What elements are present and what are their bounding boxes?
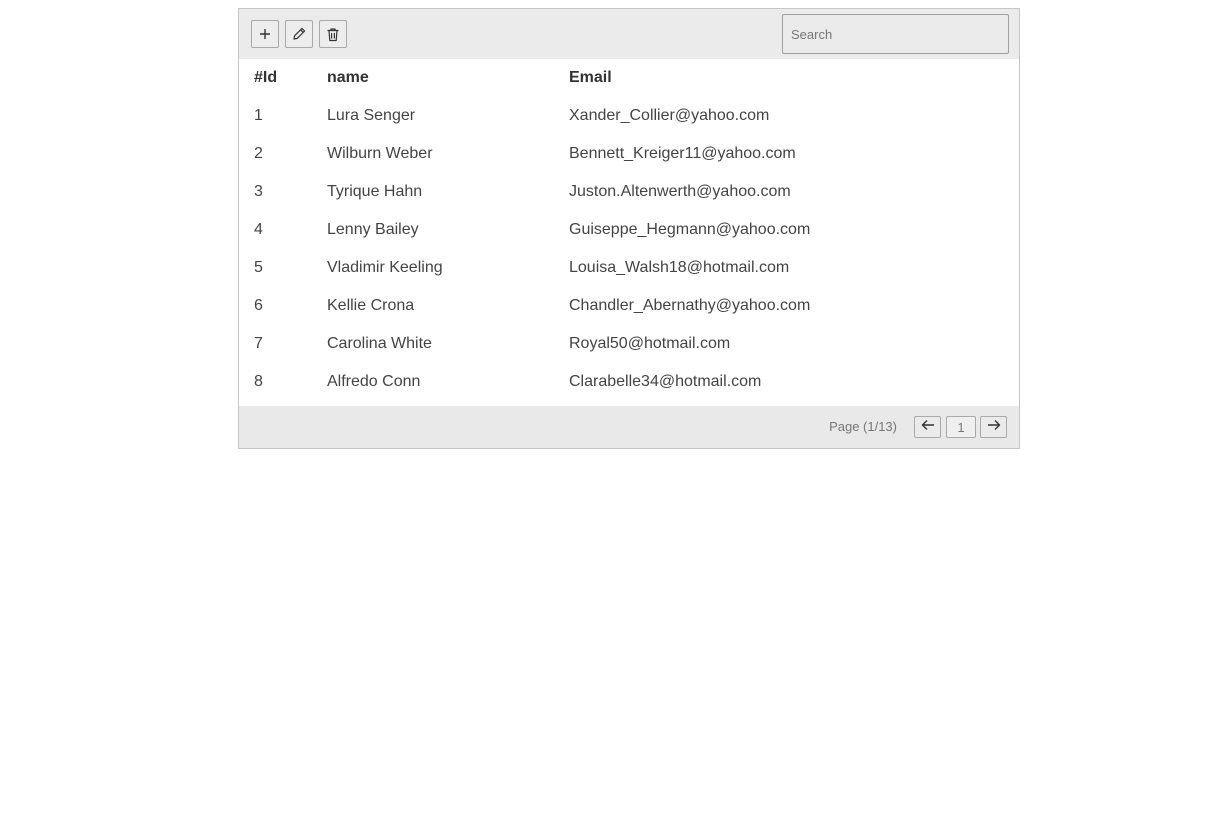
next-page-button[interactable] — [980, 416, 1007, 438]
edit-button[interactable] — [285, 20, 313, 48]
column-header-email[interactable]: Email — [569, 59, 1019, 97]
cell-name: Kellie Crona — [327, 297, 415, 314]
cell-email: Louisa_Walsh18@hotmail.com — [569, 259, 790, 276]
data-grid: #Id name Email 1 Lura Senger Xander_Coll… — [238, 8, 1020, 449]
grid-toolbar — [239, 9, 1019, 59]
table-header-row: #Id name Email — [239, 59, 1019, 97]
cell-name: Vladimir Keeling — [327, 259, 443, 276]
page-indicator: Page (1/13) — [829, 419, 897, 434]
table-row[interactable]: 5 Vladimir Keeling Louisa_Walsh18@hotmai… — [239, 249, 1019, 287]
cell-name: Alfredo Conn — [327, 373, 421, 390]
column-header-id[interactable]: #Id — [239, 59, 327, 97]
add-button[interactable] — [251, 20, 279, 48]
cell-name: Lenny Bailey — [327, 221, 419, 238]
arrow-right-icon — [987, 418, 1001, 436]
cell-email: Clarabelle34@hotmail.com — [569, 373, 762, 390]
cell-name: Wilburn Weber — [327, 145, 433, 162]
pagination-bar: Page (1/13) 1 — [239, 406, 1019, 448]
cell-id: 1 — [254, 107, 263, 124]
prev-page-button[interactable] — [914, 416, 941, 438]
cell-id: 3 — [254, 183, 263, 200]
cell-name: Lura Senger — [327, 107, 416, 124]
cell-name: Tyrique Hahn — [327, 183, 423, 200]
table-row[interactable]: 6 Kellie Crona Chandler_Abernathy@yahoo.… — [239, 287, 1019, 325]
plus-icon — [258, 27, 272, 41]
cell-id: 7 — [254, 335, 263, 352]
cell-email: Royal50@hotmail.com — [569, 335, 731, 352]
pencil-icon — [291, 26, 307, 42]
data-table: #Id name Email 1 Lura Senger Xander_Coll… — [239, 59, 1019, 401]
cell-id: 8 — [254, 373, 263, 390]
column-header-name[interactable]: name — [327, 59, 569, 97]
table-row[interactable]: 4 Lenny Bailey Guiseppe_Hegmann@yahoo.co… — [239, 211, 1019, 249]
table-row[interactable]: 3 Tyrique Hahn Juston.Altenwerth@yahoo.c… — [239, 173, 1019, 211]
cell-name: Carolina White — [327, 335, 432, 352]
cell-id: 2 — [254, 145, 263, 162]
current-page-button[interactable]: 1 — [946, 416, 976, 438]
search-input[interactable] — [782, 14, 1009, 54]
cell-email: Guiseppe_Hegmann@yahoo.com — [569, 221, 811, 238]
cell-email: Chandler_Abernathy@yahoo.com — [569, 297, 811, 314]
cell-email: Juston.Altenwerth@yahoo.com — [569, 183, 791, 200]
table-row[interactable]: 1 Lura Senger Xander_Collier@yahoo.com — [239, 97, 1019, 135]
arrow-left-icon — [921, 418, 935, 436]
table-row[interactable]: 7 Carolina White Royal50@hotmail.com — [239, 325, 1019, 363]
cell-email: Xander_Collier@yahoo.com — [569, 107, 770, 124]
trash-icon — [326, 27, 340, 42]
cell-id: 4 — [254, 221, 263, 238]
cell-id: 5 — [254, 259, 263, 276]
delete-button[interactable] — [319, 20, 347, 48]
cell-id: 6 — [254, 297, 263, 314]
table-row[interactable]: 2 Wilburn Weber Bennett_Kreiger11@yahoo.… — [239, 135, 1019, 173]
cell-email: Bennett_Kreiger11@yahoo.com — [569, 145, 796, 162]
table-row[interactable]: 8 Alfredo Conn Clarabelle34@hotmail.com — [239, 363, 1019, 401]
